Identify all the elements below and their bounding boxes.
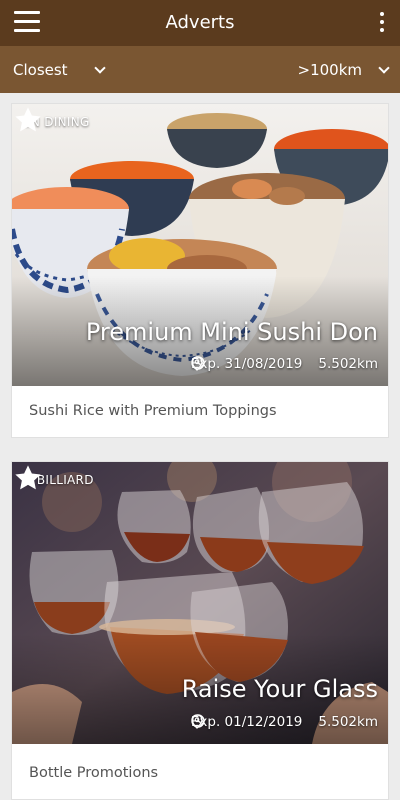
advert-title: Raise Your Glass [181, 675, 378, 703]
distance-text: 5.502km [318, 356, 378, 372]
expiry-date: Exp. 31/08/2019 [190, 356, 303, 372]
advert-description: Sushi Rice with Premium Toppings [29, 403, 277, 419]
advert-description: Bottle Promotions [29, 765, 159, 781]
location-pin-icon [191, 714, 203, 729]
expiry-date: Exp. 01/12/2019 [190, 714, 303, 730]
advert-card[interactable]: EN DINING Premium Mini Sushi Don Exp. 31… [11, 103, 389, 438]
app-bar: Adverts [0, 0, 400, 46]
chevron-down-icon [378, 62, 390, 74]
chevron-down-icon [93, 62, 106, 74]
location-pin-icon [191, 356, 203, 371]
distance-dropdown[interactable]: >100km [297, 61, 390, 79]
advert-meta: Exp. 31/08/2019 5.502km [191, 356, 378, 372]
advert-card[interactable]: Q BILLIARD Raise Your Glass Exp. 01/12/2… [11, 461, 389, 800]
favorite-star-icon[interactable] [12, 104, 44, 136]
sort-dropdown[interactable]: Closest [13, 61, 106, 79]
favorite-star-icon[interactable] [12, 462, 44, 494]
advert-title: Premium Mini Sushi Don [85, 318, 378, 346]
advert-photo-sushi: EN DINING Premium Mini Sushi Don Exp. 31… [12, 104, 388, 386]
advert-meta: Exp. 01/12/2019 5.502km [191, 714, 378, 730]
sort-value: Closest [13, 61, 68, 79]
distance-text: 5.502km [318, 714, 378, 730]
filter-bar: Closest >100km [0, 46, 400, 93]
advert-photo-beer: Q BILLIARD Raise Your Glass Exp. 01/12/2… [12, 462, 388, 744]
distance-value: >100km [297, 61, 363, 79]
more-vert-icon[interactable] [378, 12, 386, 34]
page-title: Adverts [165, 12, 235, 33]
